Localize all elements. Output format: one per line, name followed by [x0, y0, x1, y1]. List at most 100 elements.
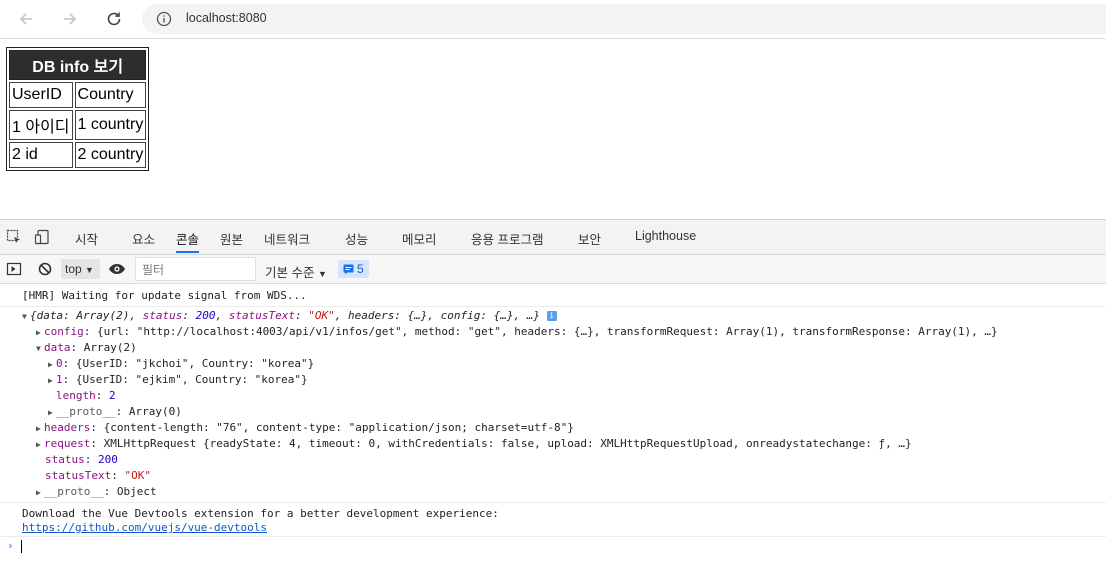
sidebar-toggle-icon[interactable] [6, 261, 22, 277]
console-prop-request[interactable]: ▶ request: XMLHttpRequest {readyState: 4,… [0, 436, 1106, 452]
expand-triangle-icon[interactable]: ▶ [36, 325, 44, 341]
vue-devtools-link[interactable]: https://github.com/vuejs/vue-devtools [22, 521, 267, 534]
console-prop-statustext: statusText: "OK" [45, 469, 151, 482]
console-key: status [142, 309, 183, 322]
console-text: headers: {…}, config: {…}, …} [347, 309, 541, 322]
console-key: status [45, 453, 85, 466]
browser-toolbar: localhost:8080 [0, 0, 1106, 39]
console-key: headers [44, 421, 91, 434]
tab-security[interactable]: 보안 [578, 229, 601, 248]
table-row: 1 아이디 1 country [9, 110, 147, 140]
console-value: Array(2) [83, 341, 137, 354]
expand-triangle-icon[interactable]: ▶ [36, 437, 44, 453]
console-output: [HMR] Waiting for update signal from WDS… [0, 284, 1106, 568]
expand-triangle-icon[interactable]: ▼ [22, 309, 30, 325]
console-text: Download the Vue Devtools extension for … [22, 507, 499, 520]
console-prop-config[interactable]: ▶ config: {url: "http://localhost:4003/ap… [0, 324, 1106, 340]
console-prop-headers[interactable]: ▶ headers: {content-length: "76", content… [0, 420, 1106, 436]
clear-console-icon[interactable] [37, 261, 53, 277]
console-toolbar: top ▼ 필터 기본 수준 ▼ 5 [0, 255, 1106, 284]
console-value: {content-length: "76", content-type: "ap… [103, 421, 574, 434]
info-icon[interactable] [156, 11, 172, 27]
console-value: 2 [109, 389, 116, 402]
console-key: __proto__ [44, 485, 104, 498]
devtools-tab-bar: 시작 요소 콘솔 원본 네트워크 성능 메모리 응용 프로그램 보안 Light… [0, 220, 1106, 255]
tab-welcome[interactable]: 시작 [75, 229, 98, 248]
address-bar[interactable]: localhost:8080 [142, 4, 1106, 34]
console-value: "OK" [124, 469, 151, 482]
console-value: 200 [98, 453, 118, 466]
table-header-country: Country [74, 82, 147, 108]
console-prop-data[interactable]: ▼ data: Array(2) [0, 340, 1106, 356]
table-cell: 1 country [74, 110, 147, 140]
console-value: {UserID: "jkchoi", Country: "korea"} [75, 357, 315, 370]
console-value: {url: "http://localhost:4003/api/v1/info… [97, 325, 998, 338]
tab-network[interactable]: 네트워크 [264, 229, 310, 248]
tab-elements[interactable]: 요소 [132, 229, 155, 248]
console-prop-proto-array[interactable]: ▶ __proto__: Array(0) [0, 404, 1106, 420]
console-value: Object [116, 485, 157, 498]
console-prop-item1[interactable]: ▶ 1: {UserID: "ejkim", Country: "korea"} [0, 372, 1106, 388]
console-key: statusText [45, 469, 112, 482]
info-icon[interactable]: i [546, 311, 557, 321]
arrow-right-icon [64, 13, 77, 25]
eye-icon[interactable] [108, 261, 126, 277]
context-value: top [65, 262, 82, 276]
console-key: data [44, 341, 71, 354]
console-value: {UserID: "ejkim", Country: "korea"} [75, 373, 308, 386]
log-level-select[interactable]: 기본 수준 ▼ [265, 262, 327, 281]
tab-performance[interactable]: 성능 [345, 229, 368, 248]
tab-console[interactable]: 콘솔 [176, 229, 200, 253]
console-prop-status: status: 200 [45, 453, 118, 466]
context-select[interactable]: top ▼ [61, 259, 100, 279]
expand-triangle-icon[interactable]: ▼ [36, 341, 44, 357]
console-prop-item0[interactable]: ▶ 0: {UserID: "jkchoi", Country: "korea"} [0, 356, 1106, 372]
console-prompt[interactable]: › [0, 538, 1106, 554]
chevron-down-icon: ▼ [317, 269, 327, 279]
text-caret [20, 539, 22, 553]
message-count-badge[interactable]: 5 [338, 260, 369, 278]
console-key: request [44, 437, 91, 450]
expand-triangle-icon[interactable]: ▶ [48, 405, 56, 421]
url-text[interactable]: localhost:8080 [186, 11, 267, 25]
console-value: "OK" [308, 309, 335, 322]
table-cell: 2 id [9, 142, 73, 168]
table-cell: 2 country [74, 142, 147, 168]
console-text: [HMR] Waiting for update signal from WDS… [22, 289, 307, 302]
console-value: 200 [195, 309, 216, 322]
device-toolbar-icon[interactable] [34, 229, 50, 245]
forward-button[interactable] [58, 7, 82, 31]
table-title: DB info 보기 [9, 50, 147, 80]
prompt-chevron-icon: › [7, 539, 14, 552]
message-icon [343, 264, 354, 274]
console-key: 0 [56, 357, 63, 370]
tab-sources[interactable]: 원본 [220, 229, 243, 248]
devtools-panel: 시작 요소 콘솔 원본 네트워크 성능 메모리 응용 프로그램 보안 Light… [0, 219, 1106, 568]
expand-triangle-icon[interactable]: ▶ [48, 373, 56, 389]
console-object-response[interactable]: ▼ {data: Array(2), status: 200, statusTex… [0, 308, 1106, 324]
console-key: config [44, 325, 84, 338]
message-count: 5 [357, 262, 364, 276]
filter-input[interactable]: 필터 [135, 257, 256, 281]
expand-triangle-icon[interactable]: ▶ [36, 421, 44, 437]
console-prop-proto-object[interactable]: ▶ __proto__: Object [0, 484, 1106, 503]
console-message-vue-link: https://github.com/vuejs/vue-devtools [0, 520, 1106, 537]
tab-memory[interactable]: 메모리 [402, 229, 437, 248]
console-key: __proto__ [56, 405, 116, 418]
expand-triangle-icon[interactable]: ▶ [36, 485, 44, 501]
console-message-hmr: [HMR] Waiting for update signal from WDS… [0, 288, 1106, 307]
inspect-element-icon[interactable] [6, 229, 22, 245]
chevron-down-icon: ▼ [85, 265, 94, 275]
back-button[interactable] [14, 7, 38, 31]
console-prop-length: length: 2 [56, 389, 116, 402]
console-key: statusText [228, 309, 295, 322]
tab-application[interactable]: 응용 프로그램 [471, 229, 543, 248]
console-value: XMLHttpRequest {readyState: 4, timeout: … [103, 437, 912, 450]
table-cell: 1 아이디 [9, 110, 73, 140]
console-value: Array(0) [128, 405, 182, 418]
reload-icon [107, 12, 121, 26]
table-row: 2 id 2 country [9, 142, 147, 168]
reload-button[interactable] [102, 7, 126, 31]
tab-lighthouse[interactable]: Lighthouse [635, 229, 696, 243]
expand-triangle-icon[interactable]: ▶ [48, 357, 56, 373]
